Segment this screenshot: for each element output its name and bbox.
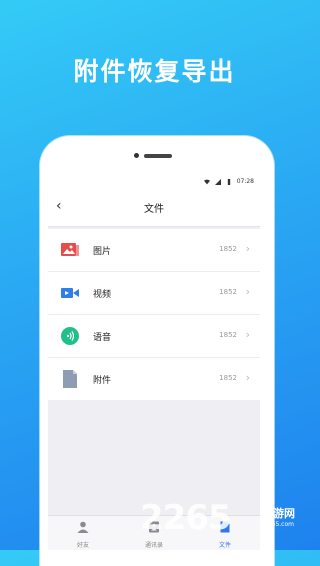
phone-speaker <box>144 154 172 158</box>
app-screen: 07:28 ‹ 文件 图片 1852 › 视频 1852 › 语音 1852 ›… <box>48 175 260 550</box>
row-label: 图片 <box>93 247 112 257</box>
headline: 附件恢复导出 <box>73 57 236 86</box>
status-bar: 07:28 <box>48 175 260 188</box>
person-icon <box>77 521 89 533</box>
image-icon <box>61 243 79 256</box>
wifi-icon <box>203 179 210 184</box>
chevron-right-icon: › <box>245 328 250 341</box>
nav-bar: ‹ 文件 <box>48 188 260 227</box>
row-count: 1852 <box>219 331 237 339</box>
phone-camera <box>134 153 139 158</box>
list-item-attachments[interactable]: 附件 1852 › <box>48 358 260 400</box>
row-count: 1852 <box>219 374 237 382</box>
row-label: 视频 <box>93 290 112 300</box>
row-count: 1852 <box>219 288 237 296</box>
file-icon <box>63 370 77 388</box>
chevron-right-icon: › <box>245 371 250 384</box>
tab-friends[interactable]: 好友 <box>48 519 118 549</box>
tab-label: 好友 <box>76 542 89 549</box>
tab-label: 通讯录 <box>144 542 163 549</box>
status-time: 07:28 <box>236 178 254 185</box>
signal-icon <box>214 178 221 185</box>
voice-icon <box>61 327 79 345</box>
row-count: 1852 <box>219 245 237 253</box>
watermark-logo: 2265 <box>140 498 232 538</box>
watermark-url: 2265.com <box>264 521 294 528</box>
chevron-right-icon: › <box>245 285 250 298</box>
battery-icon <box>227 178 230 185</box>
row-label: 附件 <box>93 376 112 386</box>
watermark-suffix: 手游网 <box>262 507 295 520</box>
row-label: 语音 <box>93 333 112 343</box>
list-item-videos[interactable]: 视频 1852 › <box>48 272 260 315</box>
chevron-right-icon: › <box>245 242 250 255</box>
tab-label: 文件 <box>218 542 231 549</box>
file-category-list: 图片 1852 › 视频 1852 › 语音 1852 › 附件 1852 › <box>48 229 260 400</box>
list-item-voice[interactable]: 语音 1852 › <box>48 315 260 358</box>
video-icon <box>61 288 79 298</box>
list-item-images[interactable]: 图片 1852 › <box>48 229 260 272</box>
page-title: 文件 <box>144 204 164 215</box>
